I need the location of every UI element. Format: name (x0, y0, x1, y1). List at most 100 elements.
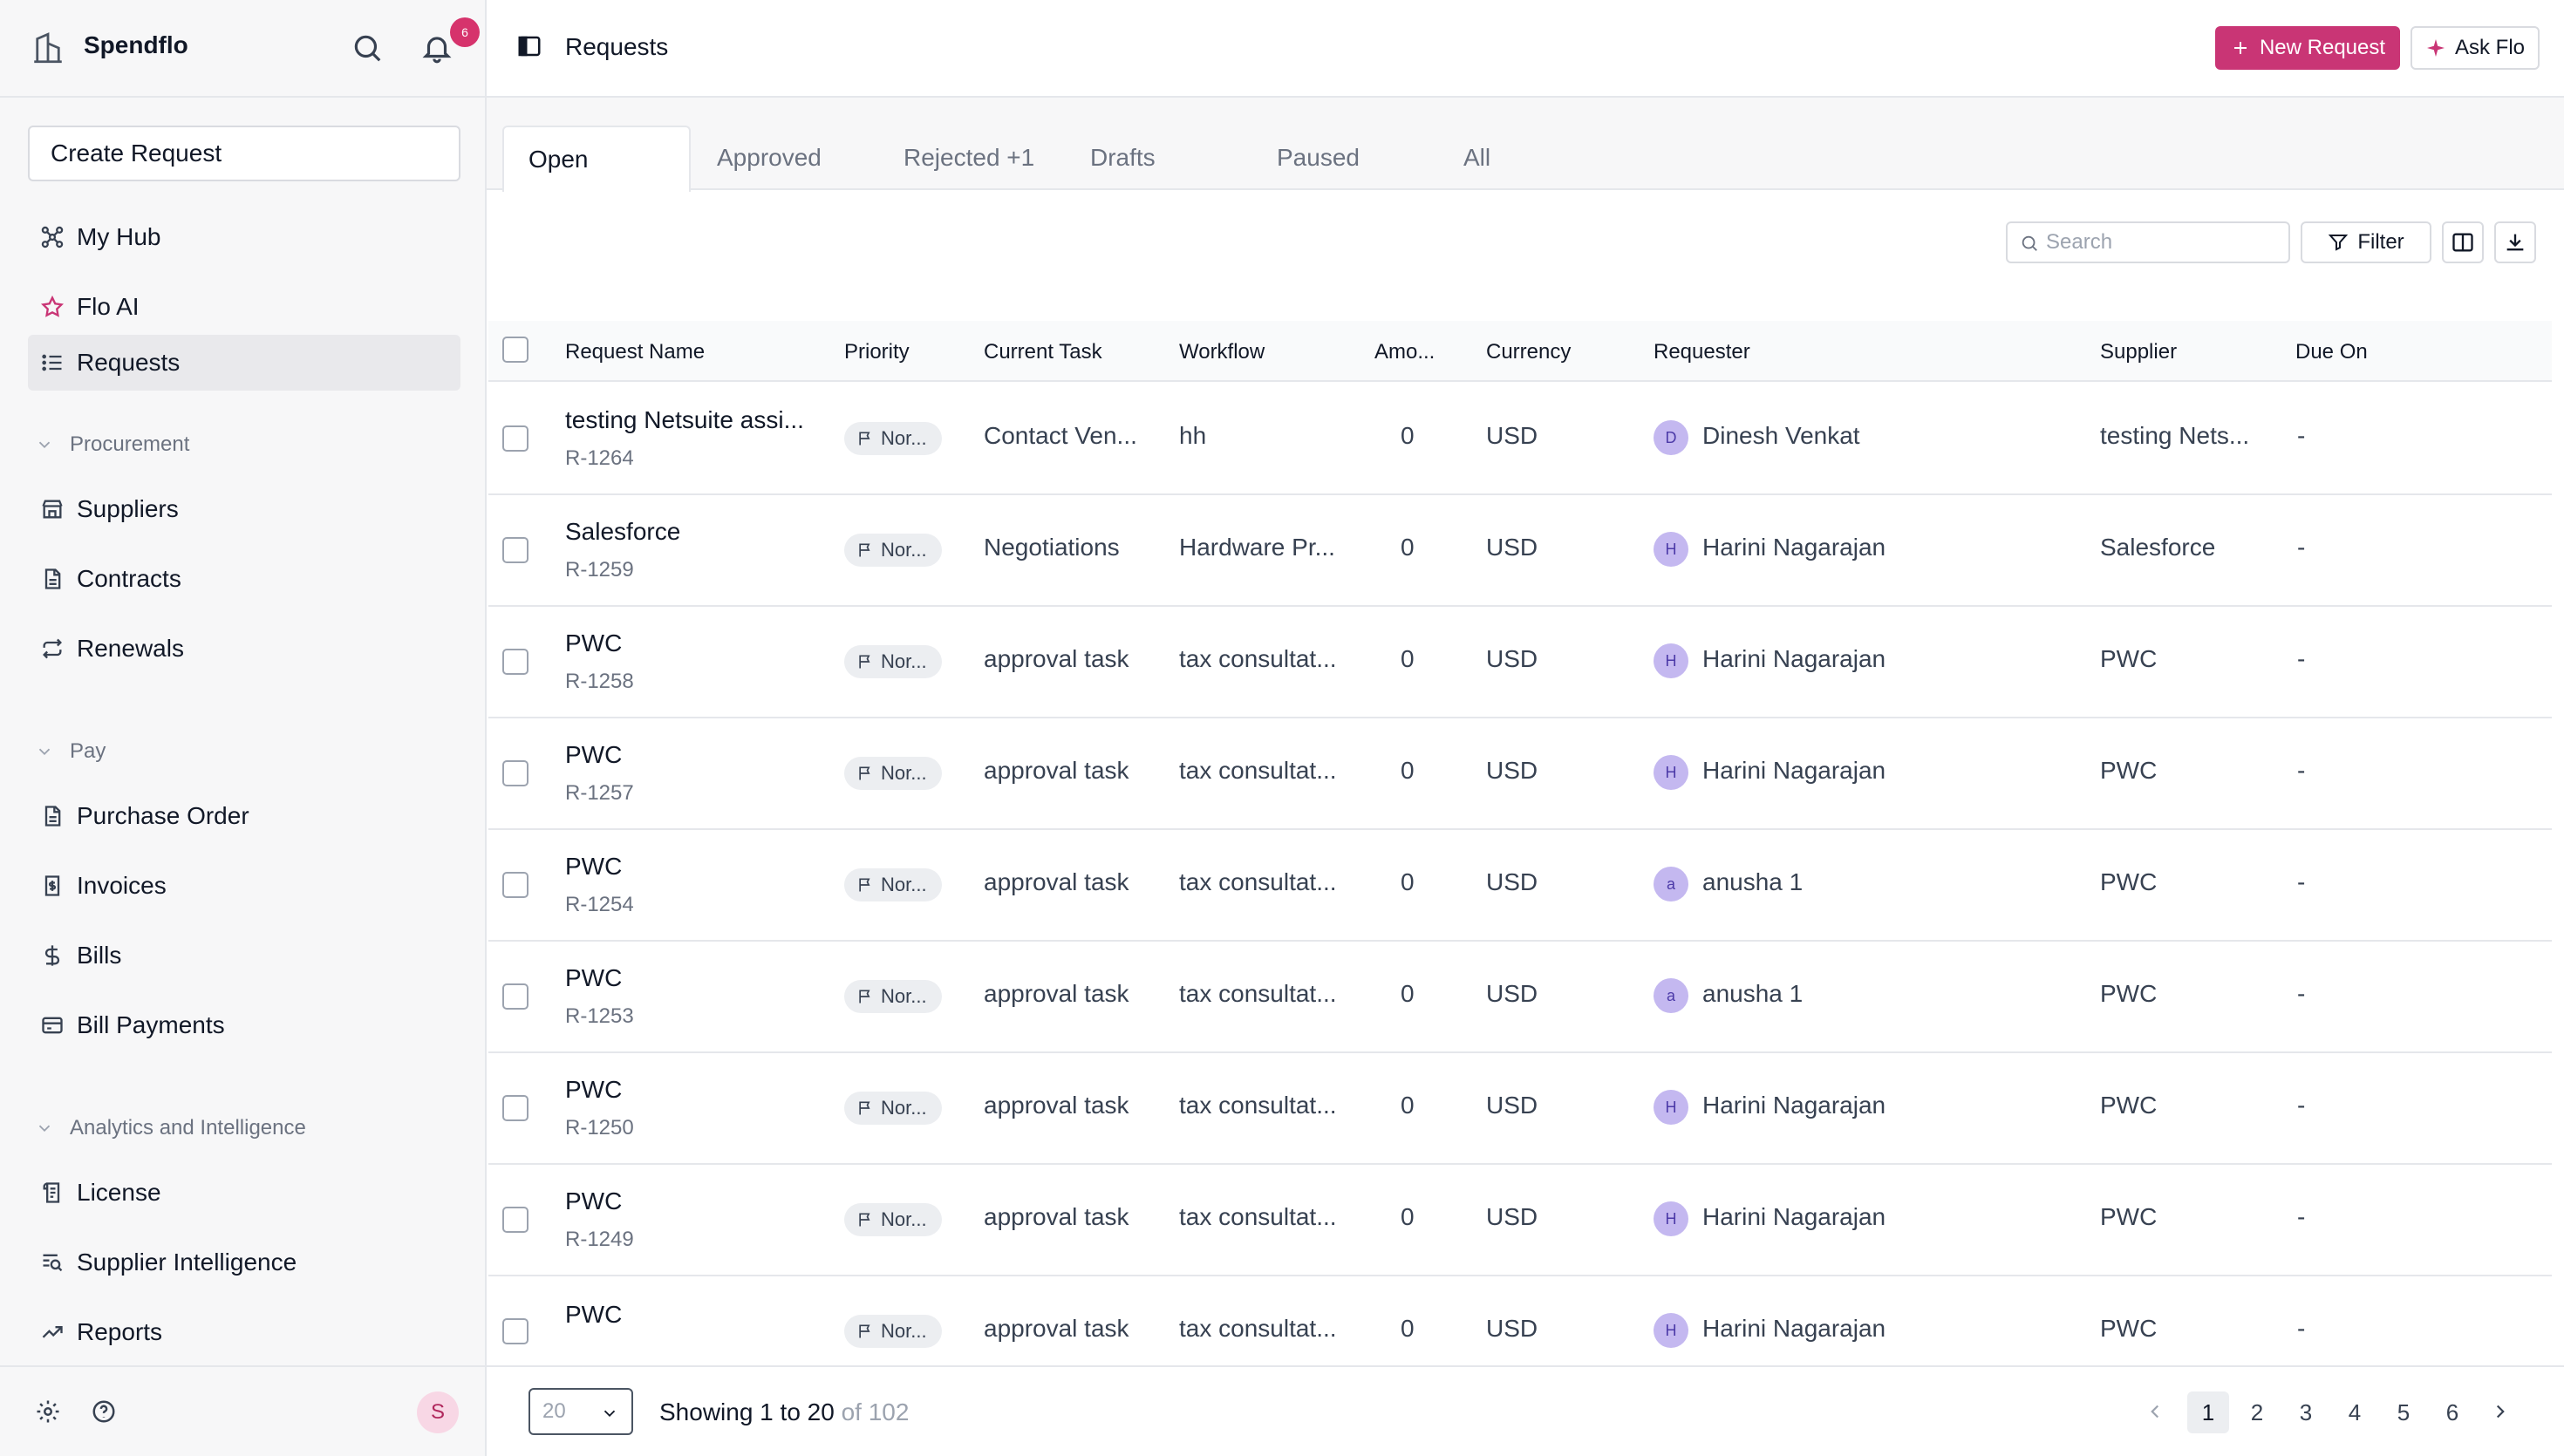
chevron-right-icon[interactable] (2489, 1400, 2512, 1423)
request-name[interactable]: PWC (565, 1301, 818, 1329)
column-currency[interactable]: Currency (1486, 340, 1571, 364)
flag-icon (859, 543, 870, 557)
column-workflow[interactable]: Workflow (1179, 340, 1265, 364)
sidebar-item-label: Bill Payments (77, 1011, 225, 1038)
select-all-checkbox[interactable] (502, 337, 528, 363)
user-avatar[interactable]: S (417, 1391, 459, 1433)
column-requester[interactable]: Requester (1654, 340, 1750, 364)
column-due-on[interactable]: Due On (2295, 340, 2368, 364)
search-icon[interactable] (351, 31, 384, 65)
page-2-button[interactable]: 2 (2236, 1391, 2278, 1433)
sidebar-item-license[interactable]: License (28, 1165, 460, 1221)
tab-approved[interactable]: Approved (692, 126, 867, 190)
supplier: PWC (2100, 1315, 2158, 1342)
column-current-task[interactable]: Current Task (984, 340, 1102, 364)
row-checkbox[interactable] (502, 1318, 528, 1344)
tab-open[interactable]: Open (502, 126, 691, 192)
column-priority[interactable]: Priority (844, 340, 910, 364)
columns-button[interactable] (2442, 221, 2484, 263)
chevron-left-icon[interactable] (2144, 1400, 2166, 1423)
row-checkbox[interactable] (502, 983, 528, 1010)
sidebar-item-label: Bills (77, 942, 122, 969)
table-row[interactable]: PWC R-1257 Nor... approval task tax cons… (488, 718, 2552, 830)
sidebar-item-requests[interactable]: Requests (28, 335, 460, 391)
priority-label: Nor... (881, 1097, 927, 1119)
row-checkbox[interactable] (502, 1207, 528, 1233)
current-task: approval task (984, 645, 1129, 672)
due-on: - (2297, 757, 2306, 784)
table-row[interactable]: testing Netsuite assi... R-1264 Nor... C… (488, 384, 2552, 495)
bell-icon[interactable] (420, 30, 453, 66)
row-checkbox[interactable] (502, 537, 528, 563)
column-supplier[interactable]: Supplier (2100, 340, 2177, 364)
requester-name: anusha 1 (1702, 980, 1804, 1007)
due-on: - (2297, 422, 2306, 449)
workflow: hh (1179, 422, 1207, 449)
building-logo-icon (34, 32, 62, 64)
trend-icon (42, 1326, 63, 1338)
table-row[interactable]: PWC R-1254 Nor... approval task tax cons… (488, 830, 2552, 942)
request-name[interactable]: PWC (565, 964, 818, 992)
sidebar-item-flo-ai[interactable]: Flo AI (28, 279, 460, 335)
column-amount[interactable]: Amo... (1374, 340, 1435, 364)
sidebar-item-invoices[interactable]: Invoices (28, 858, 460, 914)
search-input[interactable]: Search (2006, 221, 2290, 263)
sidebar-item-bill-payments[interactable]: Bill Payments (28, 997, 460, 1053)
create-request-button[interactable]: Create Request (28, 126, 460, 181)
sidebar-item-my-hub[interactable]: My Hub (28, 209, 460, 265)
table-row[interactable]: PWC R-1253 Nor... approval task tax cons… (488, 942, 2552, 1053)
sidebar-item-suppliers[interactable]: Suppliers (28, 481, 460, 537)
new-request-button[interactable]: New Request (2215, 26, 2400, 70)
column-request-name[interactable]: Request Name (565, 340, 705, 364)
page-4-button[interactable]: 4 (2334, 1391, 2376, 1433)
gear-icon[interactable] (35, 1398, 61, 1425)
sidebar-item-renewals[interactable]: Renewals (28, 621, 460, 677)
help-icon[interactable] (91, 1398, 117, 1425)
table-row[interactable]: PWC R-1258 Nor... approval task tax cons… (488, 607, 2552, 718)
sidebar-item-label: Flo AI (77, 293, 140, 320)
row-checkbox[interactable] (502, 872, 528, 898)
currency: USD (1486, 1092, 1538, 1119)
sidebar-toggle-icon[interactable] (516, 33, 542, 59)
tab-drafts[interactable]: Drafts (1066, 126, 1240, 190)
table-row[interactable]: PWC R-1250 Nor... approval task tax cons… (488, 1053, 2552, 1165)
request-name[interactable]: PWC (565, 1187, 818, 1215)
sidebar-item-contracts[interactable]: Contracts (28, 551, 460, 607)
request-name[interactable]: testing Netsuite assi... (565, 406, 818, 434)
workflow: tax consultat... (1179, 645, 1337, 672)
sidebar-item-bills[interactable]: Bills (28, 928, 460, 983)
request-id: R-1257 (565, 781, 634, 805)
request-name[interactable]: PWC (565, 629, 818, 657)
request-name[interactable]: PWC (565, 853, 818, 881)
page-size-select[interactable]: 20 (528, 1388, 633, 1435)
filter-button[interactable]: Filter (2301, 221, 2431, 263)
table-row[interactable]: PWC R-1249 Nor... approval task tax cons… (488, 1165, 2552, 1276)
sidebar-item-purchase-order[interactable]: Purchase Order (28, 788, 460, 844)
currency: USD (1486, 534, 1538, 561)
requester-name: anusha 1 (1702, 868, 1804, 895)
row-checkbox[interactable] (502, 760, 528, 786)
page-6-button[interactable]: 6 (2431, 1391, 2473, 1433)
sidebar-item-label: License (77, 1179, 161, 1206)
download-button[interactable] (2494, 221, 2536, 263)
tab-all[interactable]: All (1439, 126, 1579, 190)
row-checkbox[interactable] (502, 1095, 528, 1121)
page-1-button[interactable]: 1 (2187, 1391, 2229, 1433)
section-analytics[interactable]: Analytics and Intelligence (35, 1116, 306, 1140)
ask-flo-button[interactable]: Ask Flo (2411, 26, 2540, 70)
request-name[interactable]: Salesforce (565, 518, 818, 546)
section-procurement[interactable]: Procurement (35, 432, 189, 457)
section-pay[interactable]: Pay (35, 739, 106, 764)
page-5-button[interactable]: 5 (2383, 1391, 2424, 1433)
request-name[interactable]: PWC (565, 1076, 818, 1104)
page-3-button[interactable]: 3 (2285, 1391, 2327, 1433)
currency: USD (1486, 757, 1538, 784)
row-checkbox[interactable] (502, 649, 528, 675)
sidebar-item-supplier-intelligence[interactable]: Supplier Intelligence (28, 1235, 460, 1290)
tab-paused[interactable]: Paused (1252, 126, 1427, 190)
request-name[interactable]: PWC (565, 741, 818, 769)
row-checkbox[interactable] (502, 425, 528, 452)
table-row[interactable]: Salesforce R-1259 Nor... Negotiations Ha… (488, 495, 2552, 607)
tab-rejected[interactable]: Rejected +1 (879, 126, 1054, 190)
sidebar-item-reports[interactable]: Reports (28, 1304, 460, 1360)
